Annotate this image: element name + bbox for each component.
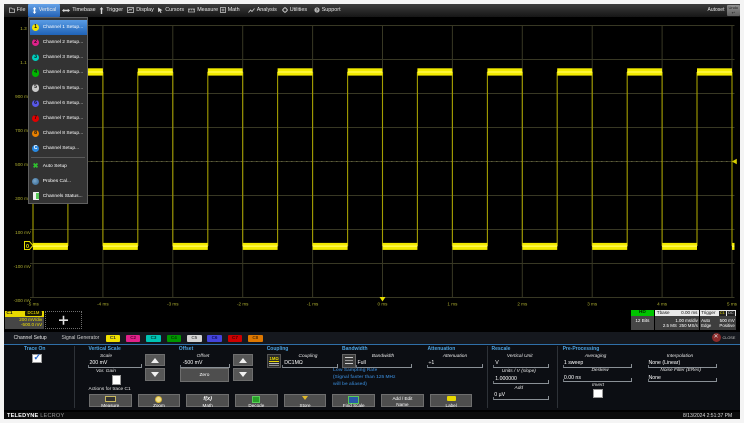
svg-text:-5 ms: -5 ms: [27, 302, 39, 307]
svg-text:5 ms: 5 ms: [727, 302, 738, 307]
svg-text:0 ms: 0 ms: [378, 302, 389, 307]
svg-text:-2 ms: -2 ms: [237, 302, 249, 307]
svg-text:2 ms: 2 ms: [517, 302, 528, 307]
svg-text:-100 mV: -100 mV: [14, 264, 32, 269]
svg-text:?: ?: [315, 8, 318, 13]
svg-text:4 ms: 4 ms: [657, 302, 668, 307]
svg-text:-4 ms: -4 ms: [97, 302, 109, 307]
svg-text:0: 0: [26, 244, 29, 250]
svg-text:-1 ms: -1 ms: [307, 302, 319, 307]
svg-text:3 ms: 3 ms: [587, 302, 598, 307]
svg-text:1 ms: 1 ms: [447, 302, 458, 307]
svg-text:100 mV: 100 mV: [15, 230, 32, 235]
svg-text:-3 ms: -3 ms: [167, 302, 179, 307]
